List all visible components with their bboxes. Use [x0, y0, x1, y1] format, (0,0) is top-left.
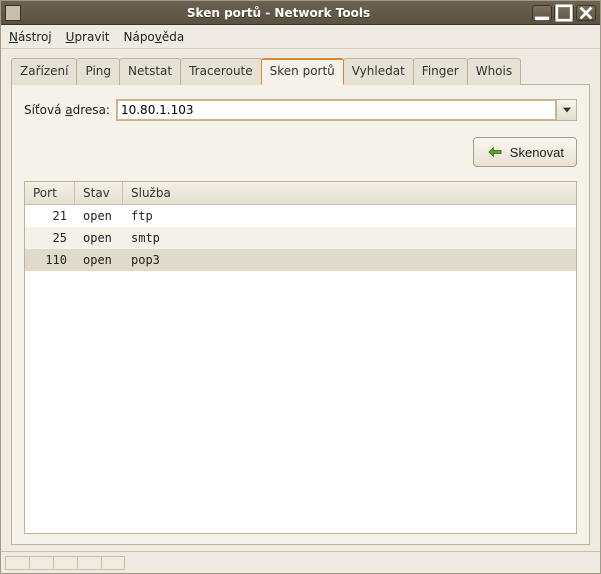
tab-traceroute[interactable]: Traceroute: [180, 58, 262, 85]
col-state[interactable]: Stav: [75, 182, 123, 204]
status-cell: [53, 556, 77, 570]
window-buttons: [532, 5, 596, 21]
tab-netstat[interactable]: Netstat: [119, 58, 181, 85]
table-row[interactable]: 110openpop3: [25, 249, 576, 271]
address-dropdown-button[interactable]: [557, 99, 577, 121]
app-window: Sken portů - Network Tools Nástroj Uprav…: [0, 0, 601, 574]
scan-button[interactable]: Skenovat: [473, 137, 577, 167]
address-field: [116, 99, 577, 121]
cell-service: ftp: [123, 209, 576, 223]
tab-finger[interactable]: Finger: [413, 58, 468, 85]
tab-lookup[interactable]: Vyhledat: [343, 58, 414, 85]
tab-whois[interactable]: Whois: [467, 58, 521, 85]
cell-service: pop3: [123, 253, 576, 267]
tab-ping[interactable]: Ping: [76, 58, 120, 85]
menu-help[interactable]: Nápověda: [123, 30, 184, 44]
cell-port: 110: [25, 253, 75, 267]
statusbar: [1, 551, 600, 573]
app-icon: [5, 5, 21, 21]
minimize-button[interactable]: [532, 5, 552, 21]
table-row[interactable]: 25opensmtp: [25, 227, 576, 249]
address-input[interactable]: [116, 99, 557, 121]
column-headers: Port Stav Služba: [25, 182, 576, 205]
scan-row: Skenovat: [24, 137, 577, 167]
scan-button-label: Skenovat: [510, 145, 564, 160]
status-cell: [5, 556, 29, 570]
scan-icon: [486, 143, 504, 161]
close-button[interactable]: [576, 5, 596, 21]
maximize-button[interactable]: [554, 5, 574, 21]
cell-service: smtp: [123, 231, 576, 245]
cell-port: 25: [25, 231, 75, 245]
cell-state: open: [75, 253, 123, 267]
titlebar: Sken portů - Network Tools: [1, 1, 600, 25]
content-area: Zařízení Ping Netstat Traceroute Sken po…: [1, 49, 600, 551]
col-port[interactable]: Port: [25, 182, 75, 204]
table-row[interactable]: 21openftp: [25, 205, 576, 227]
status-cell: [77, 556, 101, 570]
table-rows: 21openftp25opensmtp110openpop3: [25, 205, 576, 533]
tab-page-portscan: Síťová adresa: Skenovat: [11, 84, 590, 545]
address-row: Síťová adresa:: [24, 99, 577, 121]
cell-port: 21: [25, 209, 75, 223]
menu-tool[interactable]: Nástroj: [9, 30, 52, 44]
window-title: Sken portů - Network Tools: [25, 6, 532, 20]
results-table: Port Stav Služba 21openftp25opensmtp110o…: [24, 181, 577, 534]
menubar: Nástroj Upravit Nápověda: [1, 25, 600, 49]
menu-edit[interactable]: Upravit: [66, 30, 110, 44]
cell-state: open: [75, 209, 123, 223]
tab-portscan[interactable]: Sken portů: [261, 58, 344, 85]
col-service[interactable]: Služba: [123, 182, 576, 204]
tabbar: Zařízení Ping Netstat Traceroute Sken po…: [11, 57, 590, 84]
tab-devices[interactable]: Zařízení: [11, 58, 77, 85]
address-label: Síťová adresa:: [24, 103, 110, 117]
status-cell: [101, 556, 125, 570]
status-cell: [29, 556, 53, 570]
cell-state: open: [75, 231, 123, 245]
